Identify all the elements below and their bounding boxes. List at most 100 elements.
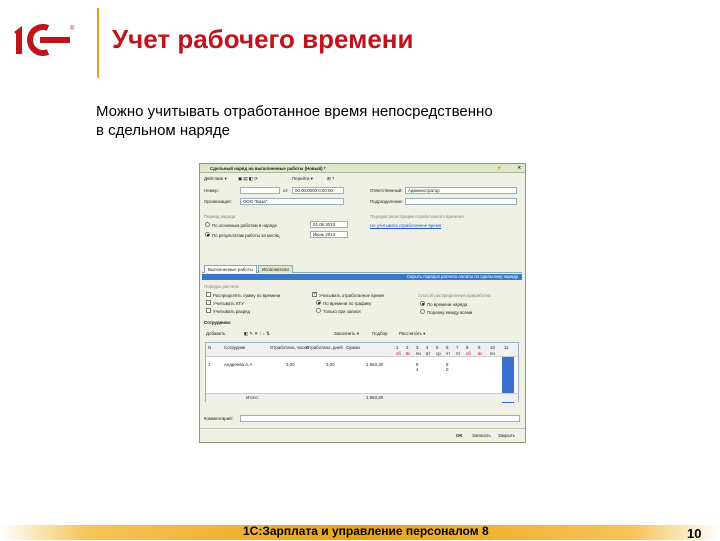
row-employee: Андреева А.А bbox=[224, 362, 253, 367]
col-sum: Сумма bbox=[346, 345, 360, 350]
number-field[interactable] bbox=[240, 187, 280, 194]
row-sum: 1 563,30 bbox=[366, 362, 384, 367]
chk-worked-time-label: Учитывать отработанное время bbox=[319, 293, 384, 298]
radio-by-schedule-label: По времени по графику bbox=[323, 301, 372, 306]
subtitle-line-2: в сдельном наряде bbox=[96, 122, 230, 139]
row-num: 1 bbox=[208, 362, 211, 367]
registration-group-label: Порядок регистрации отработанного времен… bbox=[370, 214, 464, 219]
actions-menu[interactable]: Действия ▾ bbox=[204, 176, 227, 182]
title-divider bbox=[97, 8, 99, 78]
col-d6: 6 bbox=[446, 345, 449, 350]
calc-group-label: Порядок расчета bbox=[204, 284, 239, 289]
chk-distribute[interactable] bbox=[206, 292, 211, 297]
radio-on-save[interactable] bbox=[316, 308, 321, 313]
1c-logo: ® bbox=[14, 24, 75, 56]
date-prefix: от: bbox=[283, 188, 289, 193]
chk-worked-time[interactable] bbox=[312, 291, 317, 297]
comment-field[interactable] bbox=[240, 415, 520, 422]
total-row: Итого: 1 563,30 bbox=[206, 393, 518, 402]
col-d5: 5 bbox=[436, 345, 439, 350]
total-sum: 1 563,30 bbox=[366, 395, 384, 400]
day-name-11: вт bbox=[504, 351, 509, 356]
number-label: Номер: bbox=[204, 188, 219, 193]
responsible-label: Ответственный: bbox=[370, 188, 403, 193]
col-d8: 8 bbox=[466, 345, 469, 350]
org-label: Организация: bbox=[204, 199, 232, 204]
page-number: 10 bbox=[687, 526, 702, 541]
col-d4: 4 bbox=[426, 345, 429, 350]
chk-rank-label: Учитывать разряд bbox=[213, 309, 251, 314]
ok-button[interactable]: OK bbox=[456, 433, 463, 438]
calculate-button[interactable]: Рассчитать ▾ bbox=[399, 331, 425, 337]
radio-by-schedule[interactable] bbox=[316, 300, 321, 305]
col-d9: 9 bbox=[478, 345, 481, 350]
table-header: N Сотрудник Отработано, часов Отработано… bbox=[206, 343, 518, 357]
help-icon[interactable]: ⊞ ? bbox=[327, 176, 334, 182]
favorite-icon[interactable]: ★ bbox=[497, 165, 501, 171]
save-button[interactable]: Записать bbox=[472, 433, 491, 438]
total-label: Итого: bbox=[246, 395, 259, 400]
day-name-8: сб bbox=[466, 351, 471, 356]
date-field[interactable]: 00.00.0000 0:00:00 bbox=[292, 187, 344, 194]
table-row[interactable]: 1 Андреева А.А 3,00 3,00 1 563,30 8 4 8 … bbox=[206, 361, 518, 373]
goto-menu[interactable]: Перейти ▾ bbox=[292, 176, 313, 182]
col-d11: 11 bbox=[504, 345, 509, 350]
month-field[interactable]: Июнь 2013 bbox=[310, 231, 348, 238]
executors-table: N Сотрудник Отработано, часов Отработано… bbox=[205, 342, 519, 403]
row-d6-b: 0 bbox=[446, 367, 449, 372]
day-name-4: вт bbox=[426, 351, 431, 356]
document-window: Сдельный наряд на выполненные работы (Но… bbox=[199, 163, 526, 443]
add-button[interactable]: Добавить bbox=[206, 331, 225, 336]
col-hours: Отработано, часов bbox=[270, 345, 309, 350]
slide-subtitle: Можно учитывать отработанное время непос… bbox=[96, 102, 493, 140]
radio-by-order-time-label: По времени наряда bbox=[427, 302, 468, 307]
day-name-1: сб bbox=[396, 351, 401, 356]
division-label: Подразделение: bbox=[370, 199, 404, 204]
radio-by-work[interactable] bbox=[205, 222, 210, 227]
day-name-9: вс bbox=[478, 351, 483, 356]
col-d3: 3 bbox=[416, 345, 419, 350]
registration-link[interactable]: Не учитывать отработанное время bbox=[370, 223, 441, 228]
subtitle-line-1: Можно учитывать отработанное время непос… bbox=[96, 103, 493, 120]
col-num: N bbox=[208, 345, 212, 350]
col-d1: 1 bbox=[396, 345, 399, 350]
day-name-5: ср bbox=[436, 351, 441, 356]
tab-executors[interactable]: Исполнители bbox=[258, 265, 293, 273]
calc-order-toggle[interactable]: Скрыть порядок расчета оплаты по сдельно… bbox=[202, 274, 522, 280]
tab-works[interactable]: Выполненные работы bbox=[204, 265, 257, 273]
chk-ktu[interactable] bbox=[206, 300, 211, 305]
col-d7: 7 bbox=[456, 345, 459, 350]
col-d10: 10 bbox=[490, 345, 495, 350]
chk-distribute-label: Распределять сумму по времени bbox=[213, 293, 281, 298]
responsible-field[interactable]: Администратор bbox=[405, 187, 517, 194]
radio-by-period-label: По результатам работы за месяц bbox=[212, 233, 280, 238]
fill-button[interactable]: Заполнить ▾ bbox=[334, 331, 359, 337]
toolbar: Действия ▾ ▣ ▤ ◧ ⟳ Перейти ▾ ⊞ ? bbox=[202, 174, 522, 185]
day-name-2: вс bbox=[406, 351, 411, 356]
radio-by-order-time[interactable] bbox=[420, 301, 425, 306]
pick-button[interactable]: Подбор bbox=[372, 331, 387, 336]
radio-equal-label: Поровну между всеми bbox=[427, 310, 473, 315]
grid-edit-icons[interactable]: ◧ ✎ ✕ ↑ ↓ ⇅ bbox=[244, 331, 270, 337]
org-field[interactable]: ООО "База" bbox=[240, 198, 344, 205]
chk-rank[interactable] bbox=[206, 308, 211, 313]
date-from-field[interactable]: 01.06.2013 bbox=[310, 221, 348, 228]
close-icon[interactable]: ✕ bbox=[517, 165, 521, 171]
radio-by-period[interactable] bbox=[205, 232, 210, 237]
col-employee: Сотрудник bbox=[224, 345, 246, 350]
day-name-7: пт bbox=[456, 351, 461, 356]
col-days: Отработано, дней bbox=[306, 345, 343, 350]
day-name-10: пн bbox=[490, 351, 495, 356]
day-name-6: чт bbox=[446, 351, 451, 356]
save-icon[interactable]: ▣ ▤ ◧ ⟳ bbox=[238, 176, 258, 182]
radio-on-save-label: Только при записи bbox=[323, 309, 361, 314]
close-button[interactable]: Закрыть bbox=[498, 433, 515, 438]
col-d2: 2 bbox=[406, 345, 409, 350]
division-field[interactable] bbox=[405, 198, 517, 205]
comment-label: Комментарий: bbox=[204, 416, 233, 421]
footer-buttons: OK Записать Закрыть bbox=[200, 428, 525, 440]
executors-label: Сотрудники: bbox=[204, 320, 232, 325]
window-title: Сдельный наряд на выполненные работы (Но… bbox=[210, 166, 326, 171]
radio-equal[interactable] bbox=[420, 309, 425, 314]
window-titlebar: Сдельный наряд на выполненные работы (Но… bbox=[200, 164, 525, 173]
